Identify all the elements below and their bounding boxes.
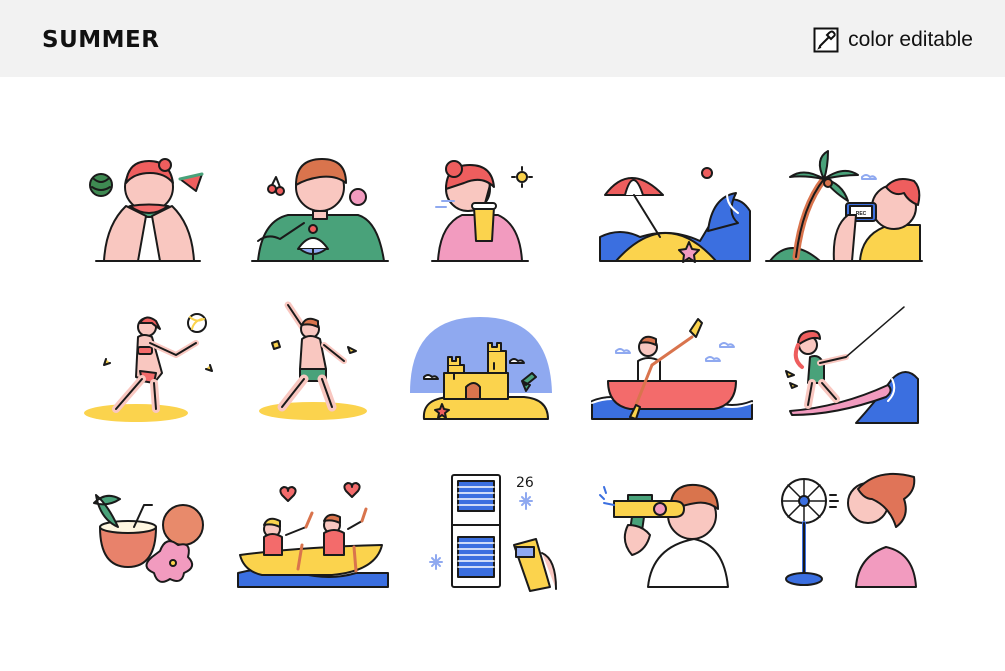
page-title: SUMMER [42,27,160,53]
palm-tree-photo-icon: REC [760,149,930,279]
color-editable-label: color editable [848,28,973,51]
color-editable-badge: color editable [813,26,973,54]
camera-rec-label: REC [856,211,867,217]
shaved-ice-boy-icon [228,149,398,279]
header-bar: SUMMER color editable [0,0,1005,77]
electric-fan-girl-icon [760,465,930,595]
air-conditioner-icon: 26 [410,465,580,595]
sandcastle-icon [410,301,580,431]
temperature-readout: 26 [516,475,534,491]
wakeboard-girl-icon [760,301,930,431]
beach-umbrella-island-icon [588,149,758,279]
swimming-boy-icon [228,301,398,431]
banana-boat-icon [228,465,398,595]
watermelon-girl-icon [60,149,230,279]
beach-volleyball-girl-icon [60,301,230,431]
eyedropper-icon [813,27,839,53]
iced-drink-girl-icon [410,149,580,279]
coconut-drink-icon [60,465,230,595]
water-gun-boy-icon [588,465,758,595]
canoe-paddler-icon [588,301,758,431]
illustration-grid: REC 26 [0,77,1005,671]
